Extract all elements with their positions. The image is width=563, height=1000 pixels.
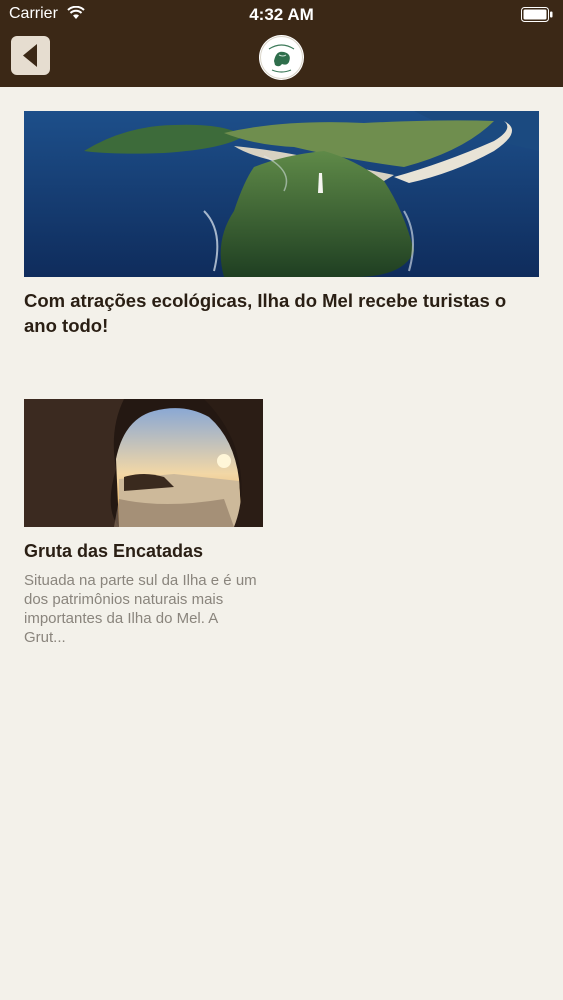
- article-card-image: [24, 399, 263, 527]
- article-card-title: Gruta das Encatadas: [24, 541, 204, 561]
- chevron-left-icon: [23, 44, 37, 67]
- status-bar: Carrier 4:32 AM: [0, 0, 563, 30]
- article-card-description: Situada na parte sul da Ilha e é um dos …: [24, 572, 257, 646]
- battery-icon: [521, 7, 553, 22]
- featured-article-title: Com atrações ecológicas, Ilha do Mel rec…: [24, 290, 507, 336]
- article-list: Com atrações ecológicas, Ilha do Mel rec…: [0, 87, 563, 1000]
- article-card[interactable]: Gruta das Encatadas Situada na parte sul…: [24, 399, 263, 647]
- brand-logo-icon: [259, 35, 304, 80]
- navigation-header: Carrier 4:32 AM: [0, 0, 563, 87]
- status-time: 4:32 AM: [249, 5, 314, 24]
- featured-article-image: [24, 111, 539, 277]
- back-button[interactable]: [11, 36, 50, 75]
- featured-article[interactable]: Com atrações ecológicas, Ilha do Mel rec…: [24, 111, 539, 338]
